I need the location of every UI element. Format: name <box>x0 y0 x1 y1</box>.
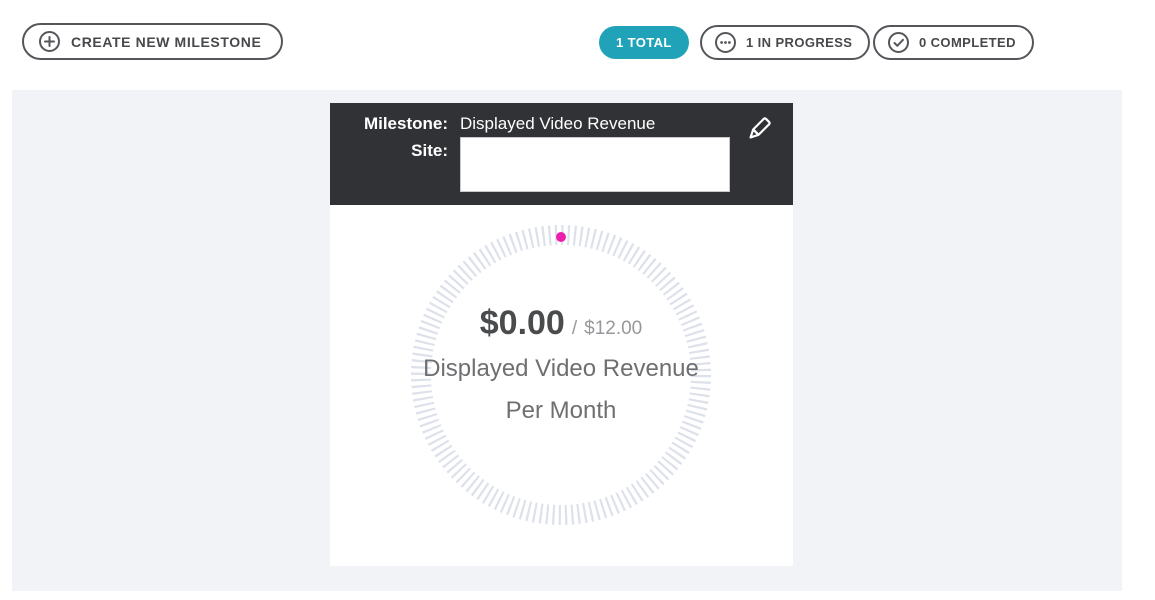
ellipsis-circle-icon <box>714 31 737 54</box>
gauge-target-value: $12.00 <box>584 318 642 340</box>
in-progress-badge-label: 1 IN PROGRESS <box>746 35 852 50</box>
milestone-progress-gauge: $0.00 / $12.00 Displayed Video Revenue P… <box>406 220 716 530</box>
create-new-milestone-label: CREATE NEW MILESTONE <box>71 34 261 50</box>
total-badge-label: 1 TOTAL <box>616 35 672 50</box>
in-progress-badge[interactable]: 1 IN PROGRESS <box>700 25 870 60</box>
create-new-milestone-button[interactable]: CREATE NEW MILESTONE <box>22 23 283 60</box>
edit-milestone-button[interactable] <box>741 112 775 150</box>
gauge-title-line2: Per Month <box>506 395 617 427</box>
gauge-title-line1: Displayed Video Revenue <box>423 353 699 385</box>
total-badge[interactable]: 1 TOTAL <box>599 26 689 59</box>
completed-badge-label: 0 COMPLETED <box>919 35 1016 50</box>
milestone-label: Milestone: <box>330 110 448 137</box>
milestone-card-header: Milestone: Displayed Video Revenue Site: <box>330 103 793 205</box>
gauge-value-row: $0.00 / $12.00 <box>480 304 643 343</box>
gauge-value-separator: / <box>572 318 577 340</box>
site-input[interactable] <box>460 137 730 192</box>
completed-badge[interactable]: 0 COMPLETED <box>873 25 1034 60</box>
check-circle-icon <box>887 31 910 54</box>
plus-circle-icon <box>38 30 61 53</box>
pencil-icon <box>742 135 774 150</box>
milestones-panel: Milestone: Displayed Video Revenue Site: <box>12 90 1122 591</box>
site-label: Site: <box>330 137 448 192</box>
gauge-current-value: $0.00 <box>480 304 565 343</box>
milestone-card: Milestone: Displayed Video Revenue Site: <box>330 103 793 566</box>
